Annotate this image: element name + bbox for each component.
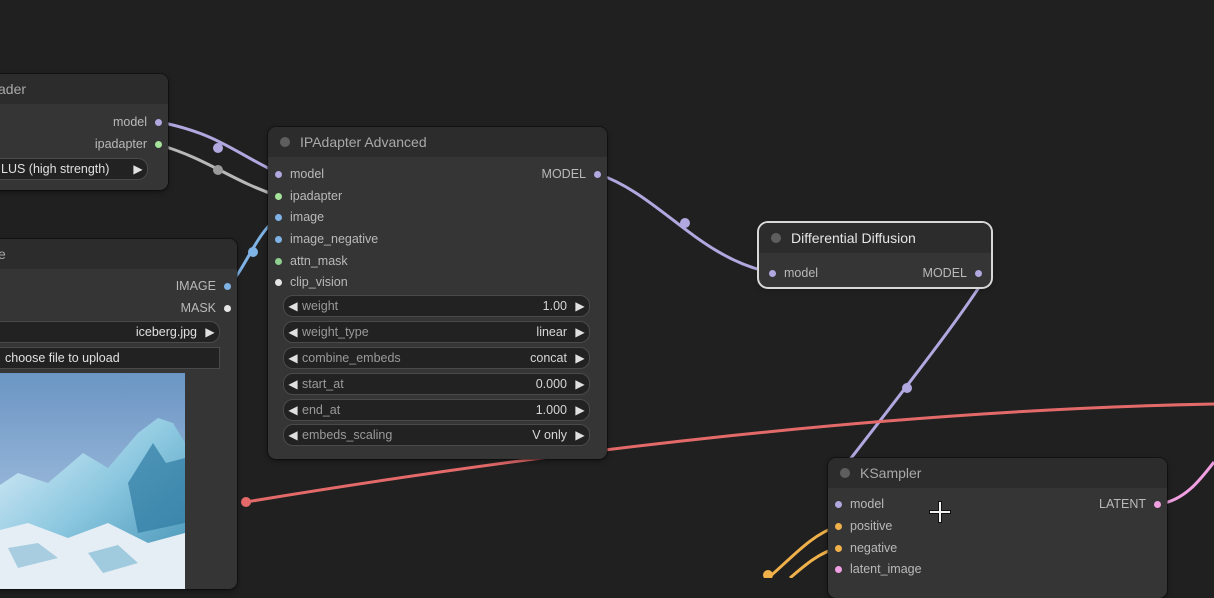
input-clip-vision[interactable]: clip_vision xyxy=(275,273,348,291)
input-latent-image[interactable]: latent_image xyxy=(835,560,922,578)
output-model[interactable]: MODEL xyxy=(542,165,601,183)
input-model[interactable]: model xyxy=(275,165,324,183)
iceberg-image xyxy=(0,373,185,589)
differential-diffusion-node[interactable]: Differential Diffusion model MODEL xyxy=(759,223,991,287)
node-title: e xyxy=(0,246,6,262)
port-dot[interactable] xyxy=(835,522,842,530)
arrow-right-icon[interactable]: ▶ xyxy=(571,428,589,442)
wire-ipadapter-to-diffusion[interactable] xyxy=(597,172,775,275)
port-dot[interactable] xyxy=(835,565,842,573)
port-dot[interactable] xyxy=(275,235,282,243)
wire-reroute-dot[interactable] xyxy=(241,497,251,507)
arrow-left-icon[interactable]: ◀ xyxy=(284,299,302,313)
port-dot[interactable] xyxy=(594,170,601,178)
collapse-dot-icon[interactable] xyxy=(771,233,781,243)
arrow-left-icon[interactable]: ◀ xyxy=(284,377,302,391)
wire-reroute-dot[interactable] xyxy=(902,383,912,393)
wire-loader-model-to-ipadapter[interactable] xyxy=(159,120,279,175)
arrow-right-icon[interactable]: ▶ xyxy=(201,325,219,339)
input-model[interactable]: model xyxy=(835,495,884,513)
port-dot[interactable] xyxy=(275,213,282,221)
output-ipadapter[interactable]: ipadapter xyxy=(95,135,162,153)
input-positive[interactable]: positive xyxy=(835,517,892,535)
wire-reroute-dot[interactable] xyxy=(213,165,223,175)
node-title: KSampler xyxy=(860,465,922,481)
arrow-left-icon[interactable]: ◀ xyxy=(284,428,302,442)
crosshair-cursor-icon xyxy=(929,501,951,523)
ksampler-node[interactable]: KSampler model positive negative latent_… xyxy=(828,458,1167,598)
output-latent[interactable]: LATENT xyxy=(1099,495,1161,513)
load-image-node[interactable]: e IMAGE MASK iceberg.jpg ▶ choose file t… xyxy=(0,239,237,589)
port-dot[interactable] xyxy=(975,269,982,277)
arrow-left-icon[interactable]: ◀ xyxy=(284,403,302,417)
port-dot[interactable] xyxy=(155,140,162,148)
arrow-left-icon[interactable]: ◀ xyxy=(284,325,302,339)
port-dot[interactable] xyxy=(835,500,842,508)
widget-start-at[interactable]: ◀ start_at 0.000 ▶ xyxy=(283,373,590,395)
preset-combo[interactable]: LUS (high strength) ▶ xyxy=(0,158,148,180)
arrow-right-icon[interactable]: ▶ xyxy=(571,325,589,339)
output-model[interactable]: MODEL xyxy=(923,264,982,282)
node-title: IPAdapter Advanced xyxy=(300,134,427,150)
wire-latent-out[interactable] xyxy=(1159,461,1214,506)
node-title-bar[interactable]: KSampler xyxy=(828,458,1167,488)
input-model[interactable]: model xyxy=(769,264,818,282)
output-model[interactable]: model xyxy=(113,113,162,131)
arrow-right-icon[interactable]: ▶ xyxy=(571,351,589,365)
output-mask[interactable]: MASK xyxy=(181,299,231,317)
wire-reroute-dot[interactable] xyxy=(680,218,690,228)
node-title: ader xyxy=(0,81,27,97)
arrow-right-icon[interactable]: ▶ xyxy=(129,162,147,176)
node-title-bar[interactable]: e xyxy=(0,239,237,269)
widget-end-at[interactable]: ◀ end_at 1.000 ▶ xyxy=(283,399,590,421)
port-dot[interactable] xyxy=(275,257,282,265)
ipadapter-loader-node[interactable]: ader model ipadapter LUS (high strength)… xyxy=(0,74,168,190)
wire-reroute-dot[interactable] xyxy=(248,247,258,257)
preset-value: LUS (high strength) xyxy=(1,162,110,176)
port-dot[interactable] xyxy=(224,282,231,290)
image-value: iceberg.jpg xyxy=(135,325,197,339)
node-title-bar[interactable]: Differential Diffusion xyxy=(759,223,991,253)
arrow-right-icon[interactable]: ▶ xyxy=(571,377,589,391)
ipadapter-advanced-node[interactable]: IPAdapter Advanced model ipadapter image… xyxy=(268,127,607,459)
upload-button[interactable]: choose file to upload xyxy=(0,347,220,369)
arrow-right-icon[interactable]: ▶ xyxy=(571,299,589,313)
port-dot[interactable] xyxy=(275,170,282,178)
port-dot[interactable] xyxy=(155,118,162,126)
wire-reroute-dot[interactable] xyxy=(763,570,773,578)
node-title-bar[interactable]: IPAdapter Advanced xyxy=(268,127,607,157)
port-dot[interactable] xyxy=(275,192,282,200)
port-dot[interactable] xyxy=(835,544,842,552)
collapse-dot-icon[interactable] xyxy=(840,468,850,478)
output-image[interactable]: IMAGE xyxy=(176,277,231,295)
image-combo[interactable]: iceberg.jpg ▶ xyxy=(0,321,220,343)
port-dot[interactable] xyxy=(224,304,231,312)
port-dot[interactable] xyxy=(1154,500,1161,508)
wire-diffusion-to-ksampler[interactable] xyxy=(840,272,990,471)
input-image[interactable]: image xyxy=(275,208,324,226)
collapse-dot-icon[interactable] xyxy=(280,137,290,147)
input-negative[interactable]: negative xyxy=(835,539,897,557)
widget-weight-type[interactable]: ◀ weight_type linear ▶ xyxy=(283,321,590,343)
widget-combine-embeds[interactable]: ◀ combine_embeds concat ▶ xyxy=(283,347,590,369)
input-ipadapter[interactable]: ipadapter xyxy=(275,187,342,205)
port-dot[interactable] xyxy=(769,269,776,277)
node-title: Differential Diffusion xyxy=(791,230,916,246)
wire-loader-ipadapter-to-ipadapter[interactable] xyxy=(159,143,279,198)
input-image-negative[interactable]: image_negative xyxy=(275,230,378,248)
input-attn-mask[interactable]: attn_mask xyxy=(275,252,348,270)
port-dot[interactable] xyxy=(275,278,282,286)
node-title-bar[interactable]: ader xyxy=(0,74,168,104)
arrow-right-icon[interactable]: ▶ xyxy=(571,403,589,417)
image-preview xyxy=(0,373,185,589)
widget-weight[interactable]: ◀ weight 1.00 ▶ xyxy=(283,295,590,317)
widget-embeds-scaling[interactable]: ◀ embeds_scaling V only ▶ xyxy=(283,424,590,446)
arrow-left-icon[interactable]: ◀ xyxy=(284,351,302,365)
wire-reroute-dot[interactable] xyxy=(213,143,223,153)
upload-label: choose file to upload xyxy=(5,351,120,365)
